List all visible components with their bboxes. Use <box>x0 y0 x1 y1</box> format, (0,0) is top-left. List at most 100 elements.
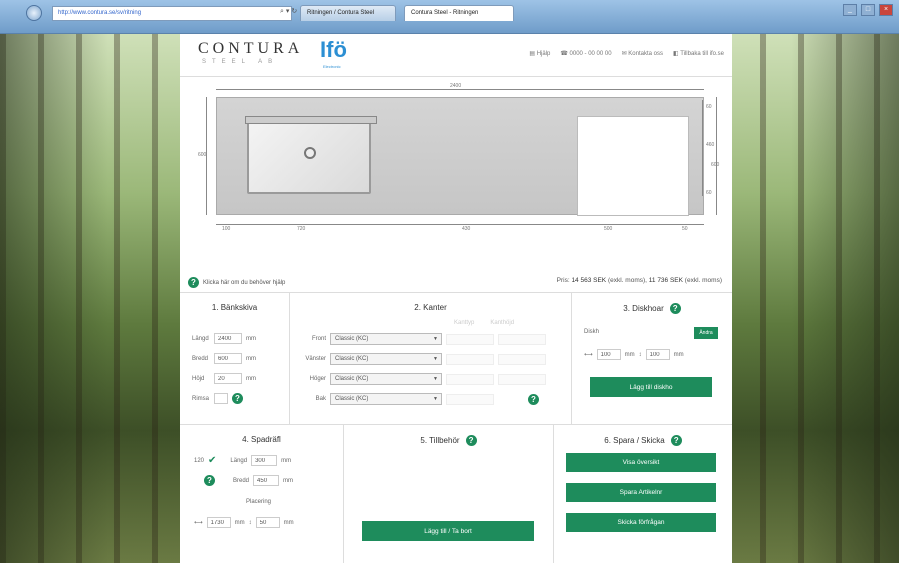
right-dimension-line-b <box>716 97 717 215</box>
ghost-col-kanttyp: Kanttyp <box>454 320 475 326</box>
top-dimension-line <box>216 89 704 90</box>
height-unit: mm <box>246 375 256 382</box>
kant-row-right: Höger Classic (KC) <box>300 373 546 385</box>
spadrafl-width-row: ? Bredd mm <box>194 475 293 486</box>
nav-phone[interactable]: ☎ 0000 - 00 00 00 <box>560 50 611 57</box>
kanter-help-icon[interactable]: ? <box>528 393 539 405</box>
spadrafl-width-unit: mm <box>283 477 294 484</box>
tillbehor-help-icon[interactable]: ? <box>465 435 477 446</box>
spara-help-icon[interactable]: ? <box>670 435 682 446</box>
maximize-button[interactable]: □ <box>861 4 875 16</box>
price-incl-note: (exkl. moms) <box>684 277 722 284</box>
kant-left-label: Vänster <box>305 356 326 362</box>
price-incl: 11 736 SEK <box>648 277 683 284</box>
help-link[interactable]: ? Klicka här om du behöver hjälp <box>188 277 285 288</box>
contura-logo[interactable]: CONTURA <box>198 40 303 58</box>
add-remove-accessory-button[interactable]: Lägg till / Ta bort <box>362 521 534 541</box>
placement-label: Placering <box>246 499 272 505</box>
contura-logo-sub: STEEL AB <box>202 59 279 65</box>
save-article-button[interactable]: Spara Artikelnr <box>566 483 716 502</box>
kant-front-select[interactable]: Classic (KC) <box>330 333 442 345</box>
price-excl-note: (exkl. moms), <box>607 277 647 284</box>
ifo-logo[interactable]: Ifö <box>320 37 347 63</box>
kant-row-left: Vänster Classic (KC) <box>300 353 546 365</box>
top-length-dim: 2400 <box>450 83 462 89</box>
placement-x-arrow-icon: ⟷ <box>194 520 203 526</box>
kant-right-label: Höger <box>309 376 326 382</box>
help-link-label: Klicka här om du behöver hjälp <box>203 279 286 286</box>
checkmark-icon[interactable]: ✔ <box>208 455 216 466</box>
y-arrow-icon: ↕ <box>638 351 642 358</box>
rimsa-label: Rimsa <box>192 395 210 402</box>
height-input[interactable] <box>214 373 242 384</box>
bottom-dim-4: 500 <box>604 226 613 232</box>
rimsa-help-icon[interactable]: ? <box>232 393 243 404</box>
section-diskhoar: 3. Diskhoar ? Diskh Ändra ⟷ mm ↕ mm Lägg… <box>572 293 732 424</box>
add-diskho-button[interactable]: Lägg till diskho <box>590 377 712 397</box>
help-icon: ? <box>188 277 199 288</box>
kant-front-ghost-2 <box>498 333 546 345</box>
section-title-diskhoar: 3. Diskhoar <box>623 304 664 313</box>
bottom-dim-5: 50 <box>682 226 688 232</box>
diskho-x-input[interactable] <box>596 349 621 360</box>
section-kanter: 2. Kanter Kanttyp Kanthöjd Front Classic… <box>290 293 572 424</box>
kant-left-select[interactable]: Classic (KC) <box>330 353 442 365</box>
send-request-button[interactable]: Skicka förfrågan <box>566 513 716 532</box>
price-summary: Pris: 14 563 SEK (exkl. moms), 11 736 SE… <box>557 277 722 284</box>
field-rimsa: Rimsa ? <box>192 393 243 404</box>
spadrafl-help-icon[interactable]: ? <box>204 475 215 486</box>
spadrafl-width-input[interactable] <box>253 475 280 486</box>
countertop[interactable] <box>216 97 704 216</box>
nav-help[interactable]: ▤ Hjälp <box>529 50 550 57</box>
diskho-change-button[interactable]: Ändra <box>694 327 718 339</box>
spadrafl-length-label: Längd <box>230 457 248 464</box>
nav-contact[interactable]: ✉ Kontakta oss <box>622 50 663 57</box>
spadrafl-length-row: 120 ✔ Längd mm <box>194 455 291 466</box>
right-dim-a2: 460 <box>706 142 715 148</box>
diskho-item-label: Diskh <box>584 329 600 335</box>
diskho-x-unit: mm <box>624 351 635 358</box>
diskho-y-unit: mm <box>673 351 684 358</box>
section-spadrafl: 4. Spadräfl 120 ✔ Längd mm ? Bredd mm Pl… <box>180 425 344 563</box>
site-header: CONTURA STEEL AB Ifö Electronic ▤ Hjälp … <box>180 34 732 76</box>
right-dim-b: 600 <box>711 162 720 168</box>
back-button[interactable] <box>26 5 42 21</box>
sink-rim <box>245 116 377 124</box>
section-tillbehor: 5. Tillbehör ? Lägg till / Ta bort <box>344 425 554 563</box>
right-dimension-line-a <box>702 100 703 196</box>
diskhoar-help-icon[interactable]: ? <box>669 303 681 314</box>
rimsa-checkbox[interactable] <box>214 393 228 404</box>
kant-back-select[interactable]: Classic (KC) <box>330 393 442 405</box>
width-input[interactable] <box>214 353 242 364</box>
cooktop-cutout[interactable] <box>577 116 689 216</box>
placement-label-row: Placering <box>246 499 271 505</box>
browser-tab-active[interactable]: Contura Steel - Ritningen <box>404 5 514 21</box>
nav-help-label: Hjälp <box>536 51 551 57</box>
close-window-button[interactable]: × <box>879 4 893 16</box>
browser-tab[interactable]: Ritningen / Contura Steel <box>300 5 396 21</box>
placement-x-input[interactable] <box>206 517 231 528</box>
section-title-spara-wrap: 6. Spara / Skicka ? <box>554 435 732 446</box>
height-label: Höjd <box>192 375 205 382</box>
kant-row-back: Bak Classic (KC) ? <box>300 393 539 405</box>
config-row-2: 4. Spadräfl 120 ✔ Längd mm ? Bredd mm Pl… <box>180 424 732 563</box>
length-input[interactable] <box>214 333 242 344</box>
spadrafl-length-input[interactable] <box>251 455 278 466</box>
minimize-button[interactable]: _ <box>843 4 857 16</box>
diskho-position: ⟷ mm ↕ mm <box>584 349 684 360</box>
kant-back-label: Bak <box>315 396 326 402</box>
ghost-col-kanthojd: Kanthöjd <box>490 320 515 326</box>
show-overview-button[interactable]: Visa översikt <box>566 453 716 472</box>
right-dim-a3: 60 <box>706 190 712 196</box>
nav-back[interactable]: ◧ Tillbaka till ifo.se <box>673 50 724 57</box>
ifo-logo-sub: Electronic <box>323 64 341 69</box>
sink-basin[interactable] <box>245 116 377 194</box>
diskho-y-input[interactable] <box>645 349 670 360</box>
nav-contact-label: Kontakta oss <box>628 51 663 57</box>
placement-y-input[interactable] <box>255 517 280 528</box>
spadrafl-width-label: Bredd <box>233 477 250 484</box>
address-bar[interactable]: http://www.contura.se/sv/ritning <box>52 6 292 21</box>
kant-back-ghost-1 <box>446 393 494 405</box>
kant-right-select[interactable]: Classic (KC) <box>330 373 442 385</box>
width-unit: mm <box>246 355 256 362</box>
